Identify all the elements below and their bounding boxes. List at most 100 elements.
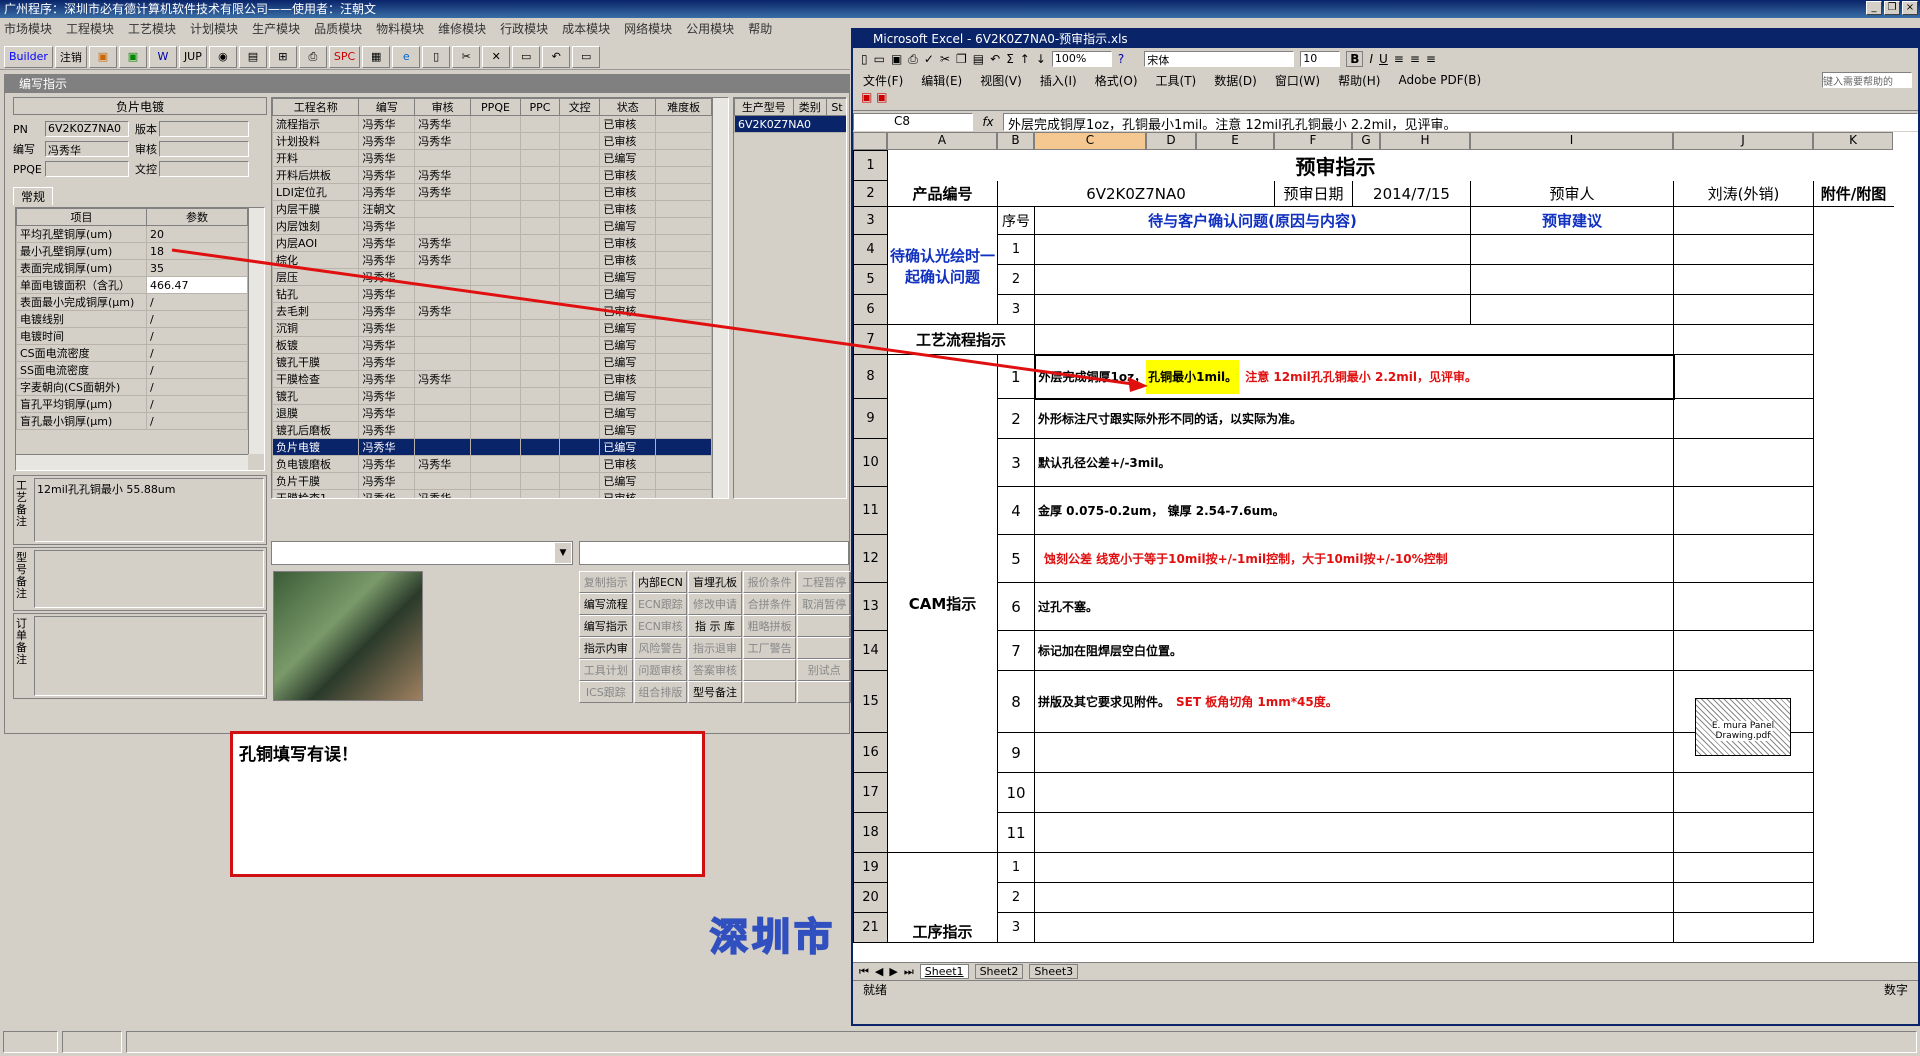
process-row[interactable]: 负片电镀 冯秀华 已编写 [272,438,712,456]
process-row[interactable]: 钻孔 冯秀华 已编写 [272,285,712,303]
process-row[interactable]: 内层AOI 冯秀华 冯秀华 已审核 [272,234,712,252]
cam-instruction[interactable]: 外形标注尺寸跟实际外形不同的话，以实际为准。 [1034,398,1674,439]
row-header[interactable]: 21 [853,912,888,943]
row-header[interactable]: 7 [853,324,888,355]
param-value[interactable]: / [146,310,248,328]
cell-k[interactable] [1813,398,1894,439]
sheet-tab[interactable]: Sheet1 [919,964,969,979]
action-button[interactable]: 问题审核 [633,659,688,681]
new-icon[interactable]: ▯ [861,52,868,66]
menu-item-5[interactable]: 品质模块 [314,20,362,37]
font-select[interactable]: 宋体 [1144,51,1295,67]
suggest-cell[interactable] [1470,264,1674,295]
action-button[interactable]: 编写流程 [579,593,633,615]
row-header[interactable]: 4 [853,234,888,265]
action-button[interactable]: 修改申请 [688,593,742,615]
suggest-cell[interactable] [1470,294,1674,325]
issue-label[interactable]: 待与客户确认问题(原因与内容) [1034,206,1471,235]
action-button[interactable]: 取消暂停 [797,593,851,615]
menu-item-0[interactable]: 市场模块 [4,20,52,37]
align-right-icon[interactable]: ≡ [1426,52,1436,66]
sort-desc-icon[interactable]: ↓ [1036,52,1046,66]
proc-cell[interactable] [1034,852,1674,883]
suggest-label[interactable]: 预审建议 [1470,206,1674,235]
menu-item-1[interactable]: 工程模块 [66,20,114,37]
cell-k[interactable] [1813,670,1894,733]
spell-icon[interactable]: ✓ [924,52,934,66]
suggest-cell[interactable] [1470,234,1674,265]
cell-j[interactable] [1673,398,1814,439]
search-input[interactable] [579,541,849,565]
proc-cell[interactable] [1034,912,1674,943]
confirm-label[interactable]: 待确认光绘时一起确认问题 [887,206,998,325]
excel-menu-item[interactable]: 窗口(W) [1275,72,1320,89]
sheet-title[interactable]: 预审指示 [997,150,1674,181]
action-button[interactable] [742,681,797,703]
action-button[interactable]: 工具计划 [579,659,633,681]
italic-button[interactable]: I [1369,52,1373,66]
param-hscrollbar[interactable] [16,454,248,470]
flow-cell[interactable] [1034,324,1674,355]
person-label[interactable]: 预审人 [1470,180,1674,207]
corner-cell[interactable] [853,132,887,150]
date-value[interactable]: 2014/7/15 [1352,180,1471,207]
cell-j[interactable] [1673,912,1814,943]
param-value[interactable]: / [146,327,248,345]
cell-k3[interactable] [1813,206,1894,235]
row-header[interactable]: 6 [853,294,888,325]
process-note-text[interactable]: 12mil孔孔铜最小 55.88um [34,478,264,542]
param-row[interactable]: 盲孔最小铜厚(μm) / [16,412,248,430]
issue-cell[interactable] [1034,294,1471,325]
menu-item-7[interactable]: 维修模块 [438,20,486,37]
param-row[interactable]: 字麦朝向(CS面朝外) / [16,378,248,396]
action-button[interactable]: 粗略拼板 [742,615,797,637]
process-row[interactable]: 流程指示 冯秀华 冯秀华 已审核 [272,115,712,133]
size-select[interactable]: 10 [1300,51,1341,67]
cut-icon[interactable]: ✂ [940,52,950,66]
next-sheet-icon[interactable]: ▶ [889,965,897,978]
param-value[interactable]: / [146,412,248,430]
network-icon[interactable]: ⊞ [268,45,297,68]
model-note-text[interactable] [34,550,264,608]
excel-menu-item[interactable]: 数据(D) [1214,72,1257,89]
row-header[interactable]: 19 [853,852,888,883]
cell-k[interactable] [1813,534,1894,583]
doc-field[interactable] [159,161,249,177]
cell-j[interactable] [1673,438,1814,487]
param-row[interactable]: 最小孔壁铜厚(um) 18 [16,242,248,260]
row-header[interactable]: 3 [853,206,888,235]
menu-item-2[interactable]: 工艺模块 [128,20,176,37]
cell-j[interactable] [1673,264,1814,295]
row-header[interactable]: 12 [853,534,888,583]
cam-instruction[interactable]: 默认孔径公差+/-3mil。 [1034,438,1674,487]
process-dropdown[interactable]: ▼ [271,541,573,565]
cell-j[interactable] [1673,582,1814,631]
cell-j[interactable] [1673,630,1814,671]
order-note-text[interactable] [34,616,264,696]
tab-general[interactable]: 常规 [13,187,53,205]
logout-button[interactable]: 注销 [54,45,87,68]
model-row[interactable]: 6V2K0Z7NA0 [734,115,846,133]
pdf-icon[interactable]: ▣ [861,90,872,104]
menu-item-8[interactable]: 行政模块 [500,20,548,37]
eye-icon[interactable]: ◉ [208,45,237,68]
cam-instruction[interactable] [1034,812,1674,853]
cell-j3[interactable] [1673,206,1814,235]
cam-label[interactable]: CAM指示 [887,354,998,853]
action-button[interactable]: 工厂警告 [742,637,797,659]
action-button[interactable]: ECN审核 [633,615,688,637]
process-row[interactable]: 干膜检查1 冯秀华 冯秀华 已审核 [272,489,712,498]
cell-k[interactable] [1813,294,1894,325]
cell-k[interactable] [1813,852,1894,883]
cell-k[interactable] [1813,882,1894,913]
proc-cell[interactable] [1034,882,1674,913]
cam-instruction[interactable]: 拼版及其它要求见附件。 SET 板角切角 1mm*45度。 [1034,670,1674,733]
param-row[interactable]: 电镀线别 / [16,310,248,328]
param-row[interactable]: SS面电流密度 / [16,361,248,379]
product-value[interactable]: 6V2K0Z7NA0 [997,180,1275,207]
prev-sheet-icon[interactable]: ◀ [875,965,883,978]
action-button[interactable]: 复制指示 [579,571,633,593]
sum-icon[interactable]: Σ [1006,52,1014,66]
copy-icon[interactable]: ❐ [956,52,967,66]
delete-icon[interactable]: ▭ [572,45,601,68]
